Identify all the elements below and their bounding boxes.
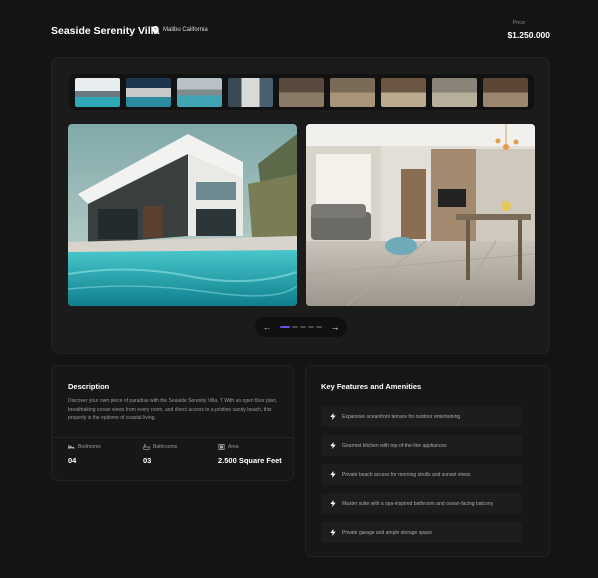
thumbnail[interactable]: [483, 78, 528, 107]
thumbnail-strip: [69, 74, 534, 110]
photo-gallery: ← →: [51, 57, 550, 354]
features-heading: Key Features and Amenities: [321, 382, 422, 391]
carousel-dot[interactable]: [280, 326, 290, 328]
lightning-icon: [330, 500, 336, 507]
lightning-icon: [330, 529, 336, 536]
lightning-icon: [330, 442, 336, 449]
description-text: Discover your own piece of paradise with…: [68, 398, 278, 421]
thumbnail[interactable]: [330, 78, 375, 107]
spec-bedrooms: Bedrooms 04: [68, 444, 101, 465]
bath-icon: [143, 444, 150, 450]
next-arrow-icon[interactable]: →: [330, 322, 340, 332]
villa-interior-image: [306, 124, 535, 306]
carousel-dot[interactable]: [308, 326, 314, 328]
thumbnail[interactable]: [279, 78, 324, 107]
thumbnail[interactable]: [228, 78, 273, 107]
feature-item: Gourmet kitchen with top-of-the-line app…: [321, 435, 522, 456]
spec-bathrooms: Bathrooms 03: [143, 444, 177, 465]
feature-text: Expansive oceanfront terrace for outdoor…: [342, 413, 461, 420]
lightning-icon: [330, 413, 336, 420]
carousel-indicators: [280, 326, 322, 328]
feature-item: Expansive oceanfront terrace for outdoor…: [321, 406, 522, 427]
price-label: Price: [512, 20, 525, 26]
carousel-dot[interactable]: [316, 326, 322, 328]
spec-label: Area: [228, 444, 239, 450]
spec-value: 04: [68, 456, 77, 465]
feature-item: Private beach access for morning strolls…: [321, 464, 522, 485]
thumbnail[interactable]: [381, 78, 426, 107]
spec-label: Bedrooms: [78, 444, 101, 450]
description-heading: Description: [68, 382, 110, 391]
interior-photo[interactable]: [306, 124, 535, 306]
villa-exterior-image: [68, 124, 297, 306]
feature-text: Private beach access for morning strolls…: [342, 471, 471, 478]
carousel-controls: ← →: [255, 317, 347, 337]
feature-text: Gourmet kitchen with top-of-the-line app…: [342, 442, 447, 449]
map-pin-icon: [152, 26, 159, 34]
spec-value: 2.500 Square Feet: [218, 456, 282, 465]
feature-item: Master suite with a spa-inspired bathroo…: [321, 493, 522, 514]
features-card: Key Features and Amenities Expansive oce…: [305, 365, 550, 557]
area-icon: [218, 444, 225, 450]
divider: [52, 437, 293, 438]
location: Malibu California: [152, 26, 208, 34]
thumbnail[interactable]: [75, 78, 120, 107]
property-title: Seaside Serenity Villa: [51, 25, 160, 37]
price-value: $1.250.000: [507, 30, 550, 40]
property-page: Seaside Serenity Villa Malibu California…: [0, 0, 598, 578]
thumbnail[interactable]: [432, 78, 477, 107]
description-card: Description Discover your own piece of p…: [51, 365, 294, 481]
feature-text: Master suite with a spa-inspired bathroo…: [342, 500, 494, 507]
exterior-photo[interactable]: [68, 124, 297, 306]
spec-label: Bathrooms: [153, 444, 178, 450]
thumbnail[interactable]: [126, 78, 171, 107]
bed-icon: [68, 444, 75, 450]
spec-area: Area 2.500 Square Feet: [218, 444, 282, 465]
carousel-dot[interactable]: [300, 326, 306, 328]
lightning-icon: [330, 471, 336, 478]
thumbnail[interactable]: [177, 78, 222, 107]
carousel-dot[interactable]: [292, 326, 298, 328]
feature-text: Private garage and ample storage space: [342, 529, 433, 536]
feature-item: Private garage and ample storage space: [321, 522, 522, 543]
spec-value: 03: [143, 456, 152, 465]
location-label: Malibu California: [163, 27, 208, 33]
previous-arrow-icon[interactable]: ←: [262, 322, 272, 332]
